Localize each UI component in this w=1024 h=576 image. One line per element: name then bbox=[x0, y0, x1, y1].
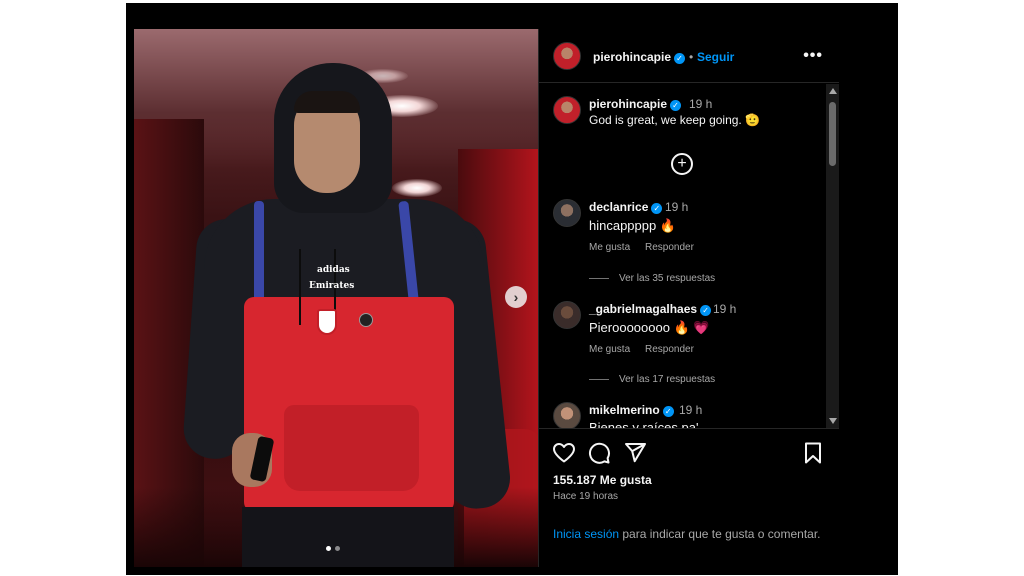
post-photo: adidas Emirates › bbox=[134, 29, 538, 567]
plus-circle-icon: + bbox=[677, 155, 687, 172]
comment-reply-button[interactable]: Responder bbox=[645, 344, 694, 355]
photo-ceiling-light bbox=[392, 179, 442, 197]
verified-badge-icon: ✓ bbox=[651, 203, 663, 214]
comment-text: hincappppp 🔥 bbox=[589, 218, 677, 233]
verified-badge-icon: ✓ bbox=[700, 305, 712, 316]
follow-button[interactable]: Seguir bbox=[697, 50, 734, 64]
verified-badge-icon: ✓ bbox=[662, 406, 674, 417]
comment-avatar[interactable] bbox=[553, 199, 581, 227]
caption-username: pierohincapie bbox=[589, 97, 668, 111]
post-header: pierohincapie ✓ • Seguir ••• bbox=[539, 29, 839, 83]
scrollbar-thumb[interactable] bbox=[829, 102, 836, 166]
comment-username-link[interactable]: mikelmerino ✓ bbox=[589, 403, 674, 417]
carousel-indicator bbox=[326, 546, 340, 551]
comment-time: 19 h bbox=[665, 200, 689, 214]
view-replies-button[interactable]: Ver las 35 respuestas bbox=[619, 273, 715, 284]
more-horizontal-icon: ••• bbox=[803, 47, 823, 64]
scroll-down-arrow-icon[interactable] bbox=[829, 418, 837, 424]
comment-avatar[interactable] bbox=[553, 301, 581, 329]
author-username-link[interactable]: pierohincapie ✓ bbox=[593, 50, 686, 64]
verified-badge-icon: ✓ bbox=[670, 100, 682, 111]
caption-text: God is great, we keep going. 🫡 bbox=[589, 113, 761, 127]
photo-pants bbox=[242, 507, 454, 567]
photo-badge bbox=[359, 313, 373, 327]
likes-count[interactable]: 155.187 Me gusta bbox=[553, 473, 652, 487]
comment-username: _gabrielmagalhaes bbox=[589, 302, 698, 316]
replies-divider bbox=[589, 379, 609, 380]
comment-reply-button[interactable]: Responder bbox=[645, 242, 694, 253]
author-username: pierohincapie bbox=[593, 50, 672, 64]
bookmark-icon[interactable] bbox=[801, 441, 825, 465]
scroll-up-arrow-icon[interactable] bbox=[829, 88, 837, 94]
post-timestamp[interactable]: Hace 19 horas bbox=[553, 491, 618, 502]
photo-hair bbox=[294, 91, 360, 113]
chevron-right-icon: › bbox=[513, 289, 519, 305]
caption-author-avatar[interactable] bbox=[553, 96, 581, 124]
carousel-dot bbox=[335, 546, 340, 551]
login-prompt-text: para indicar que te gusta o comentar. bbox=[619, 527, 821, 541]
heart-icon[interactable] bbox=[552, 441, 576, 465]
comment-avatar[interactable] bbox=[553, 402, 581, 428]
comment-username-link[interactable]: declanrice ✓ bbox=[589, 200, 663, 214]
login-prompt: Inicia sesión para indicar que te gusta … bbox=[553, 526, 823, 542]
photo-hoodie-pocket bbox=[284, 405, 419, 491]
comment-time: 19 h bbox=[679, 403, 703, 417]
comments-list[interactable]: pierohincapie ✓ 19 h God is great, we kee… bbox=[539, 84, 839, 428]
comment-icon[interactable] bbox=[587, 441, 611, 465]
comment-like-button[interactable]: Me gusta bbox=[589, 344, 630, 355]
view-replies-button[interactable]: Ver las 17 respuestas bbox=[619, 374, 715, 385]
comment-text: Bienes y raíces pa' bbox=[589, 420, 699, 428]
photo-backpack-strap bbox=[254, 201, 264, 311]
comment-username-link[interactable]: _gabrielmagalhaes ✓ bbox=[589, 302, 712, 316]
comment-username: mikelmerino bbox=[589, 403, 660, 417]
author-avatar[interactable] bbox=[553, 42, 581, 70]
comment-like-button[interactable]: Me gusta bbox=[589, 242, 630, 253]
photo-brand-logo: adidas bbox=[317, 265, 350, 275]
photo-sponsor-text: Emirates bbox=[309, 281, 355, 291]
caption-username-link[interactable]: pierohincapie ✓ bbox=[589, 97, 682, 111]
photo-drawstring bbox=[299, 249, 301, 325]
comment-text: Pieroooooooo 🔥 💗 bbox=[589, 320, 710, 335]
more-options-button[interactable]: ••• bbox=[803, 47, 823, 65]
caption-time: 19 h bbox=[689, 97, 713, 111]
carousel-dot-active bbox=[326, 546, 331, 551]
comment-time: 19 h bbox=[713, 302, 737, 316]
carousel-next-button[interactable]: › bbox=[505, 286, 527, 308]
post-sidebar: pierohincapie ✓ • Seguir ••• pierohincapi… bbox=[538, 29, 839, 567]
post-actions: 155.187 Me gusta Hace 19 horas Inicia se… bbox=[539, 428, 839, 567]
comments-scrollbar[interactable] bbox=[826, 84, 839, 428]
replies-divider bbox=[589, 278, 609, 279]
comment-username: declanrice bbox=[589, 200, 649, 214]
header-separator: • bbox=[689, 50, 694, 64]
load-more-comments-button[interactable]: + bbox=[671, 153, 693, 175]
post-modal: adidas Emirates › pierohincapie ✓ • Segui… bbox=[134, 29, 839, 567]
send-icon[interactable] bbox=[623, 441, 647, 465]
login-link[interactable]: Inicia sesión bbox=[553, 527, 619, 541]
verified-badge-icon: ✓ bbox=[674, 53, 686, 64]
photo-club-crest bbox=[317, 309, 337, 335]
